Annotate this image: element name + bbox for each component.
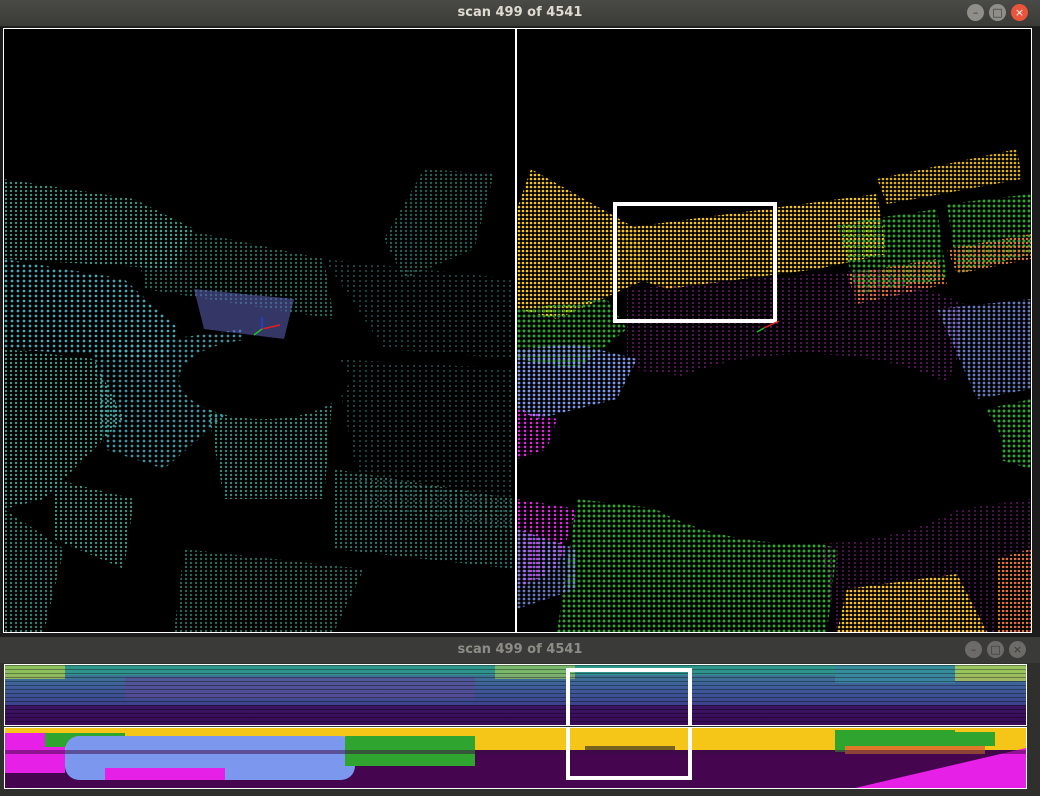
main-window: scan 499 of 4541 – □ × bbox=[0, 0, 1040, 637]
main-window-titlebar[interactable]: scan 499 of 4541 – □ × bbox=[0, 0, 1040, 27]
maximize-button[interactable]: □ bbox=[989, 4, 1006, 21]
maximize-button[interactable]: □ bbox=[987, 641, 1004, 658]
label-image-strip[interactable] bbox=[4, 727, 1027, 789]
close-button[interactable]: × bbox=[1009, 641, 1026, 658]
minimize-button[interactable]: – bbox=[965, 641, 982, 658]
range-image-strip[interactable] bbox=[4, 664, 1027, 726]
close-button[interactable]: × bbox=[1011, 4, 1028, 21]
raw-scan-points bbox=[4, 169, 515, 632]
range-image-window: scan 499 of 4541 – □ × bbox=[0, 637, 1040, 796]
point-cloud-view-labels[interactable] bbox=[517, 29, 1031, 632]
minimize-button[interactable]: – bbox=[967, 4, 984, 21]
range-window-title: scan 499 of 4541 bbox=[457, 642, 583, 657]
point-cloud-view-raw[interactable] bbox=[4, 29, 515, 632]
main-window-title: scan 499 of 4541 bbox=[457, 5, 583, 20]
range-window-titlebar[interactable]: scan 499 of 4541 – □ × bbox=[0, 637, 1040, 663]
viewer-canvas bbox=[3, 28, 1032, 633]
